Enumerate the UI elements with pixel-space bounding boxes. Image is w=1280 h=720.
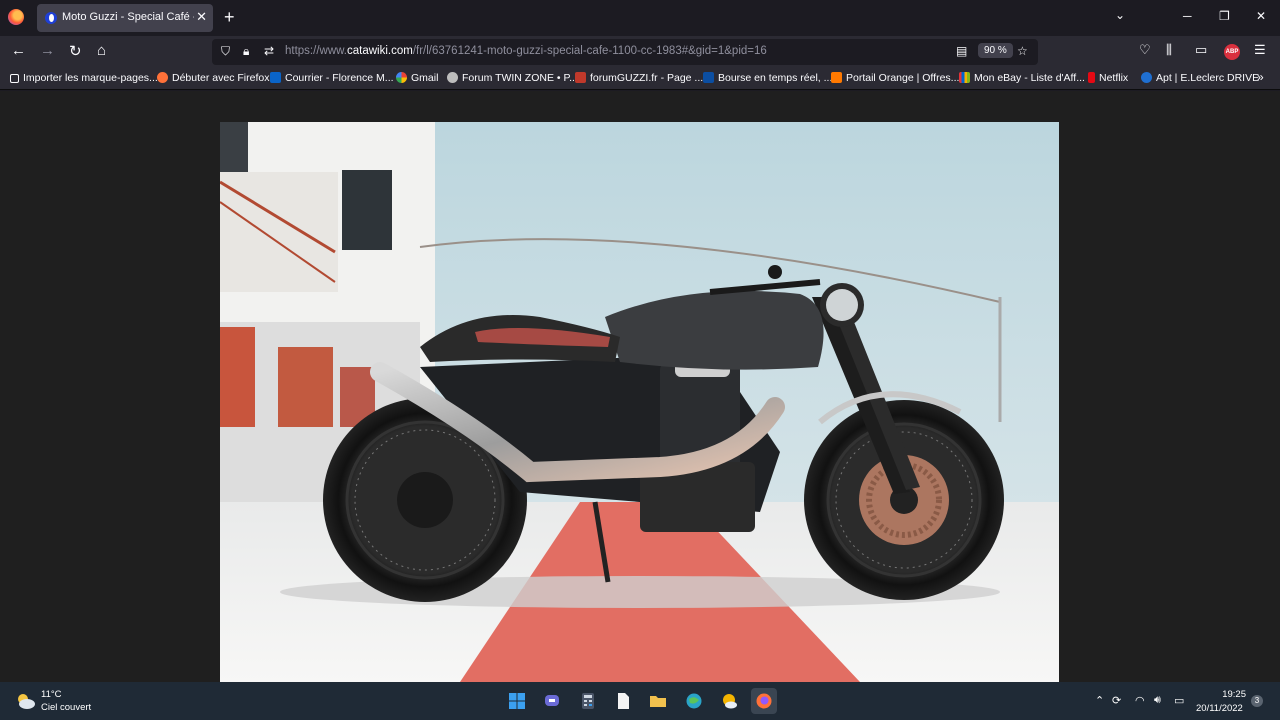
clock-date[interactable]: 20/11/2022 <box>1196 703 1243 714</box>
bookmark-label: Portail Orange | Offres... <box>846 72 960 84</box>
notification-badge[interactable]: 3 <box>1251 695 1263 707</box>
forum-icon <box>447 72 458 83</box>
notepad-button[interactable] <box>610 688 636 714</box>
reader-view-icon[interactable]: ▤ <box>956 44 967 58</box>
url-path: /fr/l/63761241-moto-guzzi-special-cafe-1… <box>412 45 767 57</box>
bookmark-label: Gmail <box>411 72 439 84</box>
pocket-icon[interactable]: ♡ <box>1139 42 1151 58</box>
bookmark-label: Mon eBay - Liste d'Aff... <box>974 72 1085 84</box>
battery-icon[interactable]: ▭ <box>1174 694 1184 707</box>
bookmarks-bar: Importer les marque-pages... Débuter ave… <box>0 68 1280 90</box>
show-hidden-icons-icon[interactable]: ⌃ <box>1095 694 1104 707</box>
bookmark-item[interactable]: Gmail <box>396 72 438 84</box>
bookmark-item[interactable]: Importer les marque-pages... <box>10 72 158 84</box>
file-explorer-button[interactable] <box>645 688 671 714</box>
url-text[interactable]: https://www.catawiki.com/fr/l/63761241-m… <box>285 45 767 57</box>
taskbar: 11°C Ciel couvert ⌃ ⟳ ◠ 🔊︎ ▭ 19:25 20/11… <box>0 682 1280 720</box>
weather-app-button[interactable] <box>716 688 742 714</box>
netflix-icon <box>1088 72 1095 83</box>
new-tab-button[interactable]: + <box>224 7 235 28</box>
lightbox-viewer <box>0 91 1280 682</box>
bookmark-item[interactable]: Courrier - Florence M... <box>270 72 394 84</box>
bookmark-item[interactable]: Débuter avec Firefox <box>157 72 269 84</box>
chat-icon <box>545 695 559 706</box>
reload-icon[interactable]: ↻ <box>69 42 82 60</box>
start-button[interactable] <box>504 688 530 714</box>
bookmark-item[interactable]: Bourse en temps réel, ... <box>703 72 832 84</box>
catawiki-favicon-icon <box>45 12 57 24</box>
menu-icon[interactable]: ☰ <box>1254 42 1266 58</box>
bookmark-item[interactable]: forumGUZZI.fr - Page ... <box>575 72 703 84</box>
adblock-plus-icon[interactable]: ABP <box>1224 44 1240 60</box>
motorcycle-photo[interactable] <box>220 122 1059 682</box>
globe-icon <box>686 693 702 709</box>
document-icon <box>618 693 629 709</box>
eagle-icon <box>575 72 586 83</box>
cloudy-weather-icon[interactable] <box>14 691 36 711</box>
outlook-icon <box>270 72 281 83</box>
list-all-tabs-icon[interactable]: ⌄ <box>1115 8 1125 22</box>
bookmark-label: Débuter avec Firefox <box>172 72 270 84</box>
weather-temperature[interactable]: 11°C <box>41 689 62 700</box>
restore-icon[interactable]: ❐ <box>1219 9 1230 23</box>
bookmark-item[interactable]: Netflix <box>1088 72 1128 84</box>
teams-chat-button[interactable] <box>539 688 565 714</box>
minimize-icon[interactable]: ─ <box>1183 9 1192 23</box>
bookmark-label: Importer les marque-pages... <box>23 72 158 84</box>
bookmark-star-icon[interactable]: ☆ <box>1017 44 1028 58</box>
firefox-icon <box>756 693 772 709</box>
firefox-menu-icon[interactable] <box>8 9 24 25</box>
bookmark-item[interactable]: Apt | E.Leclerc DRIVE <box>1141 72 1259 84</box>
bookmark-label: Apt | E.Leclerc DRIVE <box>1156 72 1260 84</box>
tab-active[interactable]: Moto Guzzi - Special Café - 1100 cc - 19… <box>37 4 213 32</box>
boursorama-icon <box>703 72 714 83</box>
weather-description[interactable]: Ciel couvert <box>41 702 91 713</box>
clock-time[interactable]: 19:25 <box>1222 689 1246 700</box>
bookmark-label: Forum TWIN ZONE • P... <box>462 72 578 84</box>
tab-close-icon[interactable]: ✕ <box>196 9 207 25</box>
orange-icon <box>831 72 842 83</box>
back-icon[interactable]: ← <box>11 42 26 59</box>
bookmark-label: Courrier - Florence M... <box>285 72 394 84</box>
wifi-icon[interactable]: ◠ <box>1135 694 1145 707</box>
bookmark-item[interactable]: Portail Orange | Offres... <box>831 72 959 84</box>
url-prefix: https://www. <box>285 45 347 57</box>
sidebar-icon[interactable]: ▭ <box>1195 42 1207 58</box>
more-bookmarks-icon[interactable]: » <box>1257 70 1264 84</box>
permissions-icon[interactable]: ⇄ <box>264 44 274 58</box>
leclerc-icon <box>1141 72 1152 83</box>
folder-icon <box>650 696 666 707</box>
zoom-level-button[interactable]: 90 % <box>978 43 1013 58</box>
lock-icon[interactable]: 🔒︎ <box>243 44 249 59</box>
tab-title: Moto Guzzi - Special Café - 1100 cc - 19… <box>62 11 194 23</box>
bookmark-label: Netflix <box>1099 72 1129 84</box>
calculator-button[interactable] <box>575 688 601 714</box>
library-icon[interactable]: ⫼ <box>1166 42 1172 58</box>
close-window-icon[interactable]: ✕ <box>1256 9 1266 23</box>
sun-cloud-icon <box>723 694 737 709</box>
bookmark-label: Bourse en temps réel, ... <box>718 72 833 84</box>
home-icon[interactable]: ⌂ <box>97 42 106 59</box>
windows-logo-icon <box>509 693 525 709</box>
google-icon <box>396 72 407 83</box>
url-bar[interactable]: ⛉ 🔒︎ ⇄ https://www.catawiki.com/fr/l/637… <box>212 39 1038 65</box>
bookmark-item[interactable]: Forum TWIN ZONE • P... <box>447 72 578 84</box>
ebay-icon <box>959 72 970 83</box>
bookmark-item[interactable]: Mon eBay - Liste d'Aff... <box>959 72 1085 84</box>
bookmark-label: forumGUZZI.fr - Page ... <box>590 72 704 84</box>
calculator-icon <box>582 693 594 709</box>
volume-icon[interactable]: 🔊︎ <box>1154 694 1161 707</box>
forward-icon[interactable]: → <box>40 42 55 59</box>
firefox-taskbar-button[interactable] <box>751 688 777 714</box>
edge-button[interactable] <box>681 688 707 714</box>
url-host: catawiki.com <box>347 45 413 57</box>
nav-bar: ← → ↻ ⌂ ⛉ 🔒︎ ⇄ https://www.catawiki.com/… <box>0 36 1280 68</box>
tracking-protection-icon[interactable]: ⛉ <box>221 44 230 59</box>
motorcycle-illustration <box>220 122 1059 682</box>
sync-icon[interactable]: ⟳ <box>1112 694 1121 707</box>
firefox-icon <box>157 72 168 83</box>
tab-bar: Moto Guzzi - Special Café - 1100 cc - 19… <box>0 0 1280 36</box>
import-icon <box>10 74 19 83</box>
